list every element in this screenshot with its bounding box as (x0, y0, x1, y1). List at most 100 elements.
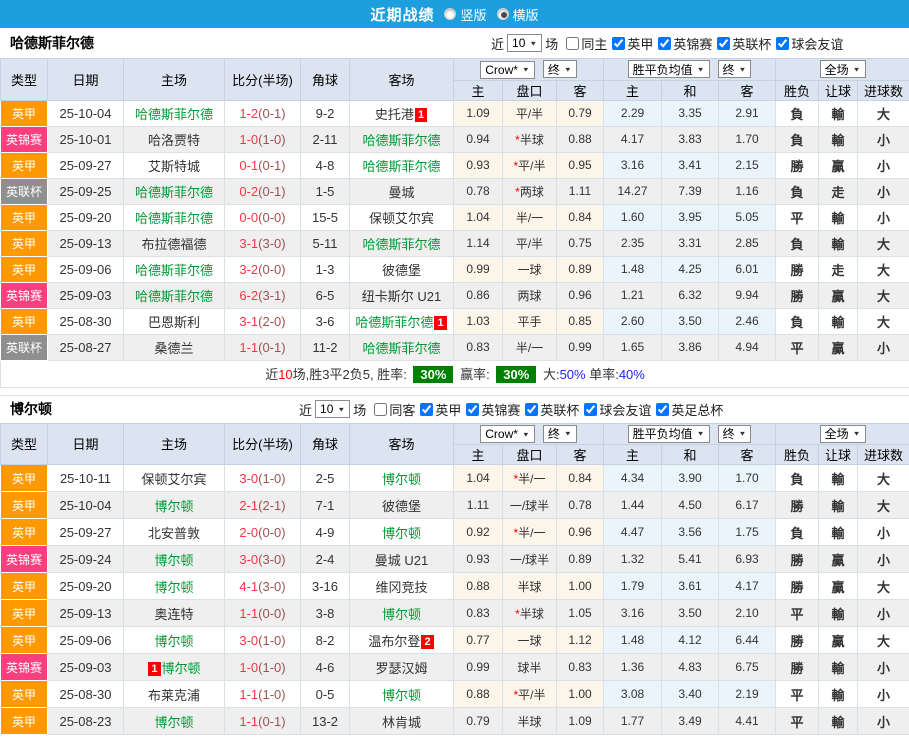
team-link[interactable]: 桑德兰 (154, 341, 193, 356)
score-cell[interactable]: 6-2(3-1) (224, 281, 301, 309)
radio-horizontal-layout[interactable]: 横版 (496, 5, 539, 24)
team-link[interactable]: 博尔顿 (154, 580, 193, 595)
mean-odds-select[interactable]: 胜平负均值 ▼ (627, 60, 710, 79)
team-link[interactable]: 奥连特 (154, 607, 193, 622)
score-cell[interactable]: 0-1(0-1) (224, 151, 301, 179)
team-link[interactable]: 哈德斯菲尔德 (135, 107, 213, 122)
mean-draw-odds: 4.50 (661, 491, 720, 519)
score-cell[interactable]: 3-2(0-0) (224, 255, 301, 283)
league-filter-checkbox-input[interactable] (466, 402, 480, 416)
match-count-select[interactable]: 10 ▼ (315, 400, 351, 418)
final-mean-select[interactable]: 终 ▼ (717, 60, 752, 79)
team-link[interactable]: 巴恩斯利 (148, 315, 200, 330)
team-link[interactable]: 纽卡斯尔 U21 (362, 289, 441, 304)
league-filter-checkbox-input[interactable] (717, 36, 731, 50)
mean-odds-select[interactable]: 胜平负均值 ▼ (627, 424, 710, 443)
league-filter-checkbox[interactable]: 英甲 (612, 34, 653, 53)
team-link[interactable]: 博尔顿 (154, 634, 193, 649)
team-link[interactable]: 布莱克浦 (148, 688, 200, 703)
league-filter-checkbox-input[interactable] (584, 402, 598, 416)
score-cell[interactable]: 2-0(0-0) (224, 518, 301, 546)
league-filter-checkbox[interactable]: 英甲 (420, 400, 461, 419)
league-filter-checkbox[interactable]: 英联杯 (717, 34, 771, 53)
score-cell[interactable]: 1-1(0-1) (224, 707, 301, 735)
team-link[interactable]: 哈德斯菲尔德 (135, 185, 213, 200)
league-filter-checkbox[interactable]: 英锦赛 (466, 400, 520, 419)
wdl-result: 負 (775, 229, 820, 257)
team-link[interactable]: 哈德斯菲尔德 (135, 289, 213, 304)
team-link[interactable]: 布拉德福德 (141, 237, 206, 252)
league-filter-checkbox[interactable]: 英足总杯 (656, 400, 723, 419)
score-cell[interactable]: 1-0(1-0) (224, 125, 301, 153)
team-link[interactable]: 哈德斯菲尔德 (362, 341, 440, 356)
score-cell[interactable]: 3-0(1-0) (224, 464, 301, 492)
score-cell[interactable]: 3-0(1-0) (224, 626, 301, 654)
score-cell[interactable]: 0-2(0-1) (224, 177, 301, 205)
same-venue-checkbox[interactable]: 同客 (374, 400, 415, 419)
score-cell[interactable]: 3-0(3-0) (224, 545, 301, 573)
team-link[interactable]: 博尔顿 (154, 715, 193, 730)
team-link[interactable]: 博尔顿 (382, 472, 421, 487)
team-link[interactable]: 哈德斯菲尔德 (362, 159, 440, 174)
team-link[interactable]: 博尔顿 (154, 499, 193, 514)
score-cell[interactable]: 1-1(1-0) (224, 680, 301, 708)
team-link[interactable]: 哈德斯菲尔德 (362, 237, 440, 252)
match-count-select[interactable]: 10 ▼ (507, 34, 543, 52)
team-link[interactable]: 博尔顿 (382, 526, 421, 541)
radio-vertical-layout[interactable]: 竖版 (444, 5, 487, 24)
league-filter-checkbox-input[interactable] (656, 402, 670, 416)
team-link[interactable]: 哈德斯菲尔德 (355, 315, 433, 330)
league-filter-checkbox-input[interactable] (612, 36, 626, 50)
team-link[interactable]: 保顿艾尔宾 (369, 211, 434, 226)
team-link[interactable]: 曼城 (388, 185, 414, 200)
final-odds-select[interactable]: 终 ▼ (542, 60, 577, 78)
team-link[interactable]: 博尔顿 (382, 607, 421, 622)
score-cell[interactable]: 1-0(1-0) (224, 653, 301, 681)
team-link[interactable]: 林肯城 (382, 715, 421, 730)
handicap-result: 輸 (818, 653, 859, 681)
team-link[interactable]: 保顿艾尔宾 (141, 472, 206, 487)
team-link[interactable]: 博尔顿 (382, 688, 421, 703)
dropdown-caret-icon: ▼ (738, 65, 747, 73)
league-filter-checkbox[interactable]: 英联杯 (525, 400, 579, 419)
team-link[interactable]: 哈德斯菲尔德 (135, 211, 213, 226)
team-link[interactable]: 博尔顿 (162, 661, 201, 676)
league-filter-checkbox[interactable]: 球会友谊 (776, 34, 843, 53)
team-link[interactable]: 史托港 (375, 107, 414, 122)
team-link[interactable]: 罗瑟汉姆 (375, 661, 427, 676)
bookmaker-select[interactable]: Crow* ▼ (480, 60, 535, 79)
score-cell[interactable]: 2-1(2-1) (224, 491, 301, 519)
score-cell[interactable]: 1-1(0-0) (224, 599, 301, 627)
match-scope-select[interactable]: 全场 ▼ (819, 424, 866, 443)
league-filter-checkbox-input[interactable] (658, 36, 672, 50)
score-cell[interactable]: 0-0(0-0) (224, 203, 301, 231)
team-link[interactable]: 彼德堡 (382, 263, 421, 278)
team-link[interactable]: 彼德堡 (382, 499, 421, 514)
team-link[interactable]: 博尔顿 (154, 553, 193, 568)
bookmaker-select[interactable]: Crow* ▼ (480, 425, 535, 443)
team-link[interactable]: 艾斯特城 (148, 159, 200, 174)
team-link[interactable]: 温布尔登 (368, 634, 420, 649)
league-filter-checkbox[interactable]: 英锦赛 (658, 34, 712, 53)
team-link[interactable]: 哈德斯菲尔德 (362, 133, 440, 148)
same-venue-checkbox-input[interactable] (566, 36, 580, 50)
score-cell[interactable]: 4-1(3-0) (224, 572, 301, 600)
team-link[interactable]: 北安普敦 (148, 526, 200, 541)
score-cell[interactable]: 3-1(2-0) (224, 307, 301, 335)
same-venue-checkbox[interactable]: 同主 (566, 34, 607, 53)
league-filter-checkbox-input[interactable] (420, 402, 434, 416)
final-mean-select[interactable]: 终 ▼ (717, 424, 752, 443)
score-cell[interactable]: 3-1(3-0) (224, 229, 301, 257)
final-odds-select[interactable]: 终 ▼ (542, 424, 577, 443)
team-link[interactable]: 哈德斯菲尔德 (135, 263, 213, 278)
league-filter-checkbox[interactable]: 球会友谊 (584, 400, 651, 419)
league-filter-checkbox-input[interactable] (525, 402, 539, 416)
team-link[interactable]: 维冈竞技 (375, 580, 427, 595)
league-filter-checkbox-input[interactable] (776, 36, 790, 50)
score-cell[interactable]: 1-2(0-1) (224, 99, 301, 127)
team-link[interactable]: 哈洛贾特 (148, 133, 200, 148)
match-scope-select[interactable]: 全场 ▼ (819, 60, 866, 79)
team-link[interactable]: 曼城 U21 (375, 553, 428, 568)
score-cell[interactable]: 1-1(0-1) (224, 333, 301, 361)
same-venue-checkbox-input[interactable] (374, 402, 388, 416)
